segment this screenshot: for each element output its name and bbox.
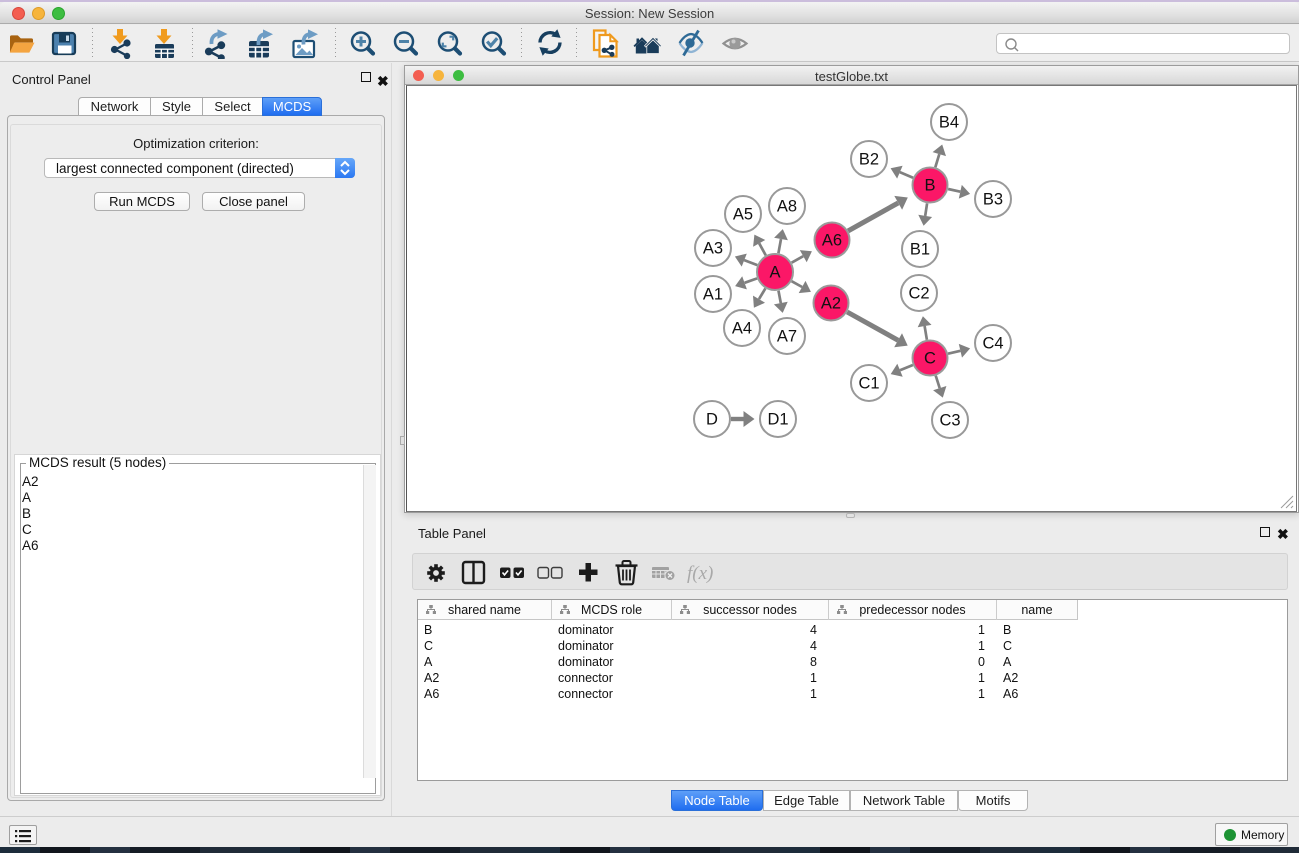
svg-text:B: B <box>924 177 935 195</box>
svg-text:C4: C4 <box>982 335 1003 353</box>
svg-text:C: C <box>924 350 936 368</box>
svg-text:A8: A8 <box>777 198 797 216</box>
svg-text:B1: B1 <box>910 241 930 259</box>
svg-text:B4: B4 <box>939 114 959 132</box>
svg-text:C1: C1 <box>858 375 879 393</box>
svg-text:A2: A2 <box>821 295 841 313</box>
svg-text:A5: A5 <box>733 206 753 224</box>
svg-text:B3: B3 <box>983 191 1003 209</box>
svg-text:A4: A4 <box>732 320 752 338</box>
svg-text:f(x): f(x) <box>687 563 713 584</box>
svg-text:C2: C2 <box>908 285 929 303</box>
svg-text:A3: A3 <box>703 240 723 258</box>
svg-text:B2: B2 <box>859 151 879 169</box>
svg-text:D1: D1 <box>767 411 788 429</box>
svg-text:A6: A6 <box>822 232 842 250</box>
svg-text:A7: A7 <box>777 328 797 346</box>
svg-text:A1: A1 <box>703 286 723 304</box>
svg-text:D: D <box>706 411 718 429</box>
svg-text:A: A <box>769 264 780 282</box>
svg-text:C3: C3 <box>939 412 960 430</box>
